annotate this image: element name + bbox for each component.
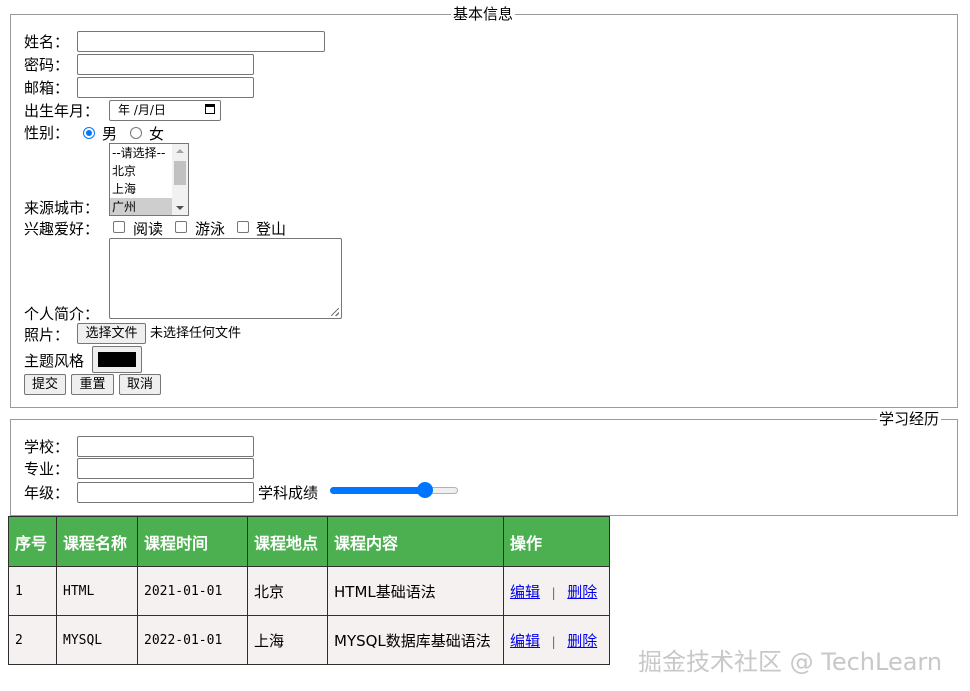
delete-link[interactable]: 删除 [567,583,597,601]
table-header-row: 序号 课程名称 课程时间 课程地点 课程内容 操作 [8,516,610,567]
hobby-label: 兴趣爱好： [24,220,100,238]
action-separator: | [550,585,558,600]
action-separator: | [550,634,558,649]
hobby-swimming-label: 游泳 [195,220,226,238]
table-row: 1 HTML 2021-01-01 北京 HTML基础语法 编辑 | 删除 [8,566,610,616]
gender-male-radio[interactable] [83,127,95,139]
hobby-swimming-checkbox[interactable] [175,221,187,233]
cell-actions: 编辑 | 删除 [503,566,610,616]
birth-date-placeholder: 年 /月/日 [118,103,166,117]
gender-female-label: 女 [149,125,165,143]
cell-course-place: 上海 [247,615,328,665]
basic-info-legend: 基本信息 [451,5,516,23]
edit-link[interactable]: 编辑 [510,583,540,601]
gender-label: 性别： [24,124,70,142]
delete-link[interactable]: 删除 [567,632,597,650]
edit-link[interactable]: 编辑 [510,632,540,650]
header-course-content: 课程内容 [327,516,504,567]
study-legend: 学习经历 [877,410,942,428]
city-select-scrollbar[interactable] [172,144,188,215]
school-input[interactable] [77,436,254,457]
grade-input[interactable] [77,482,254,503]
hobby-reading-checkbox[interactable] [113,221,125,233]
birth-date-input[interactable]: 年 /月/日 [109,100,221,121]
choose-file-button[interactable]: 选择文件 [77,323,146,344]
hobby-climbing-label: 登山 [256,220,287,238]
resize-grip-icon[interactable] [331,308,339,316]
cell-course-time: 2021-01-01 [137,566,248,616]
theme-label: 主题风格 [24,352,85,370]
cell-course-content: HTML基础语法 [327,566,504,616]
file-status-text: 未选择任何文件 [150,326,242,341]
calendar-icon[interactable] [205,104,215,114]
score-slider[interactable] [330,482,458,498]
city-select[interactable]: --请选择-- 北京 上海 广州 [109,143,189,216]
cell-course-name: MYSQL [56,615,138,665]
password-input[interactable] [77,54,254,75]
email-input[interactable] [77,77,254,98]
name-input[interactable] [77,31,325,52]
header-actions: 操作 [503,516,610,567]
email-label: 邮箱： [24,79,70,97]
cell-course-place: 北京 [247,566,328,616]
school-label: 学校： [24,438,70,456]
watermark-text: 掘金技术社区 @ TechLearn [638,648,943,676]
hobby-climbing-checkbox[interactable] [237,221,249,233]
scroll-down-arrow-icon[interactable] [176,206,184,210]
slider-fill [330,487,426,494]
gender-female-radio[interactable] [130,127,142,139]
city-label: 来源城市： [24,199,100,217]
theme-color-swatch [98,352,136,367]
major-label: 专业： [24,460,70,478]
header-course-place: 课程地点 [247,516,328,567]
intro-textarea[interactable] [109,238,342,319]
reset-button[interactable]: 重置 [71,374,114,395]
cell-id: 2 [8,615,57,665]
grade-label: 年级： [24,484,70,502]
theme-color-picker[interactable] [92,346,142,373]
header-course-name: 课程名称 [56,516,138,567]
table-row: 2 MYSQL 2022-01-01 上海 MYSQL数据库基础语法 编辑 | 删除 [8,615,610,665]
submit-button[interactable]: 提交 [24,374,66,395]
name-label: 姓名： [24,33,70,51]
major-input[interactable] [77,458,254,479]
cell-course-content: MYSQL数据库基础语法 [327,615,504,665]
cell-course-time: 2022-01-01 [137,615,248,665]
slider-thumb[interactable] [417,482,434,498]
scroll-up-arrow-icon[interactable] [176,149,184,153]
cell-id: 1 [8,566,57,616]
gender-male-label: 男 [102,125,118,143]
hobby-reading-label: 阅读 [133,220,164,238]
birth-label: 出生年月： [24,102,100,120]
cell-course-name: HTML [56,566,138,616]
intro-label: 个人简介： [24,305,100,323]
password-label: 密码： [24,56,70,74]
course-table: 序号 课程名称 课程时间 课程地点 课程内容 操作 1 HTML 2021-01… [8,516,610,665]
score-label: 学科成绩 [258,484,319,502]
cell-actions: 编辑 | 删除 [503,615,610,665]
cancel-button[interactable]: 取消 [119,374,161,395]
photo-label: 照片： [24,326,70,344]
scroll-thumb[interactable] [174,161,186,185]
header-course-time: 课程时间 [137,516,248,567]
header-id: 序号 [8,516,57,567]
